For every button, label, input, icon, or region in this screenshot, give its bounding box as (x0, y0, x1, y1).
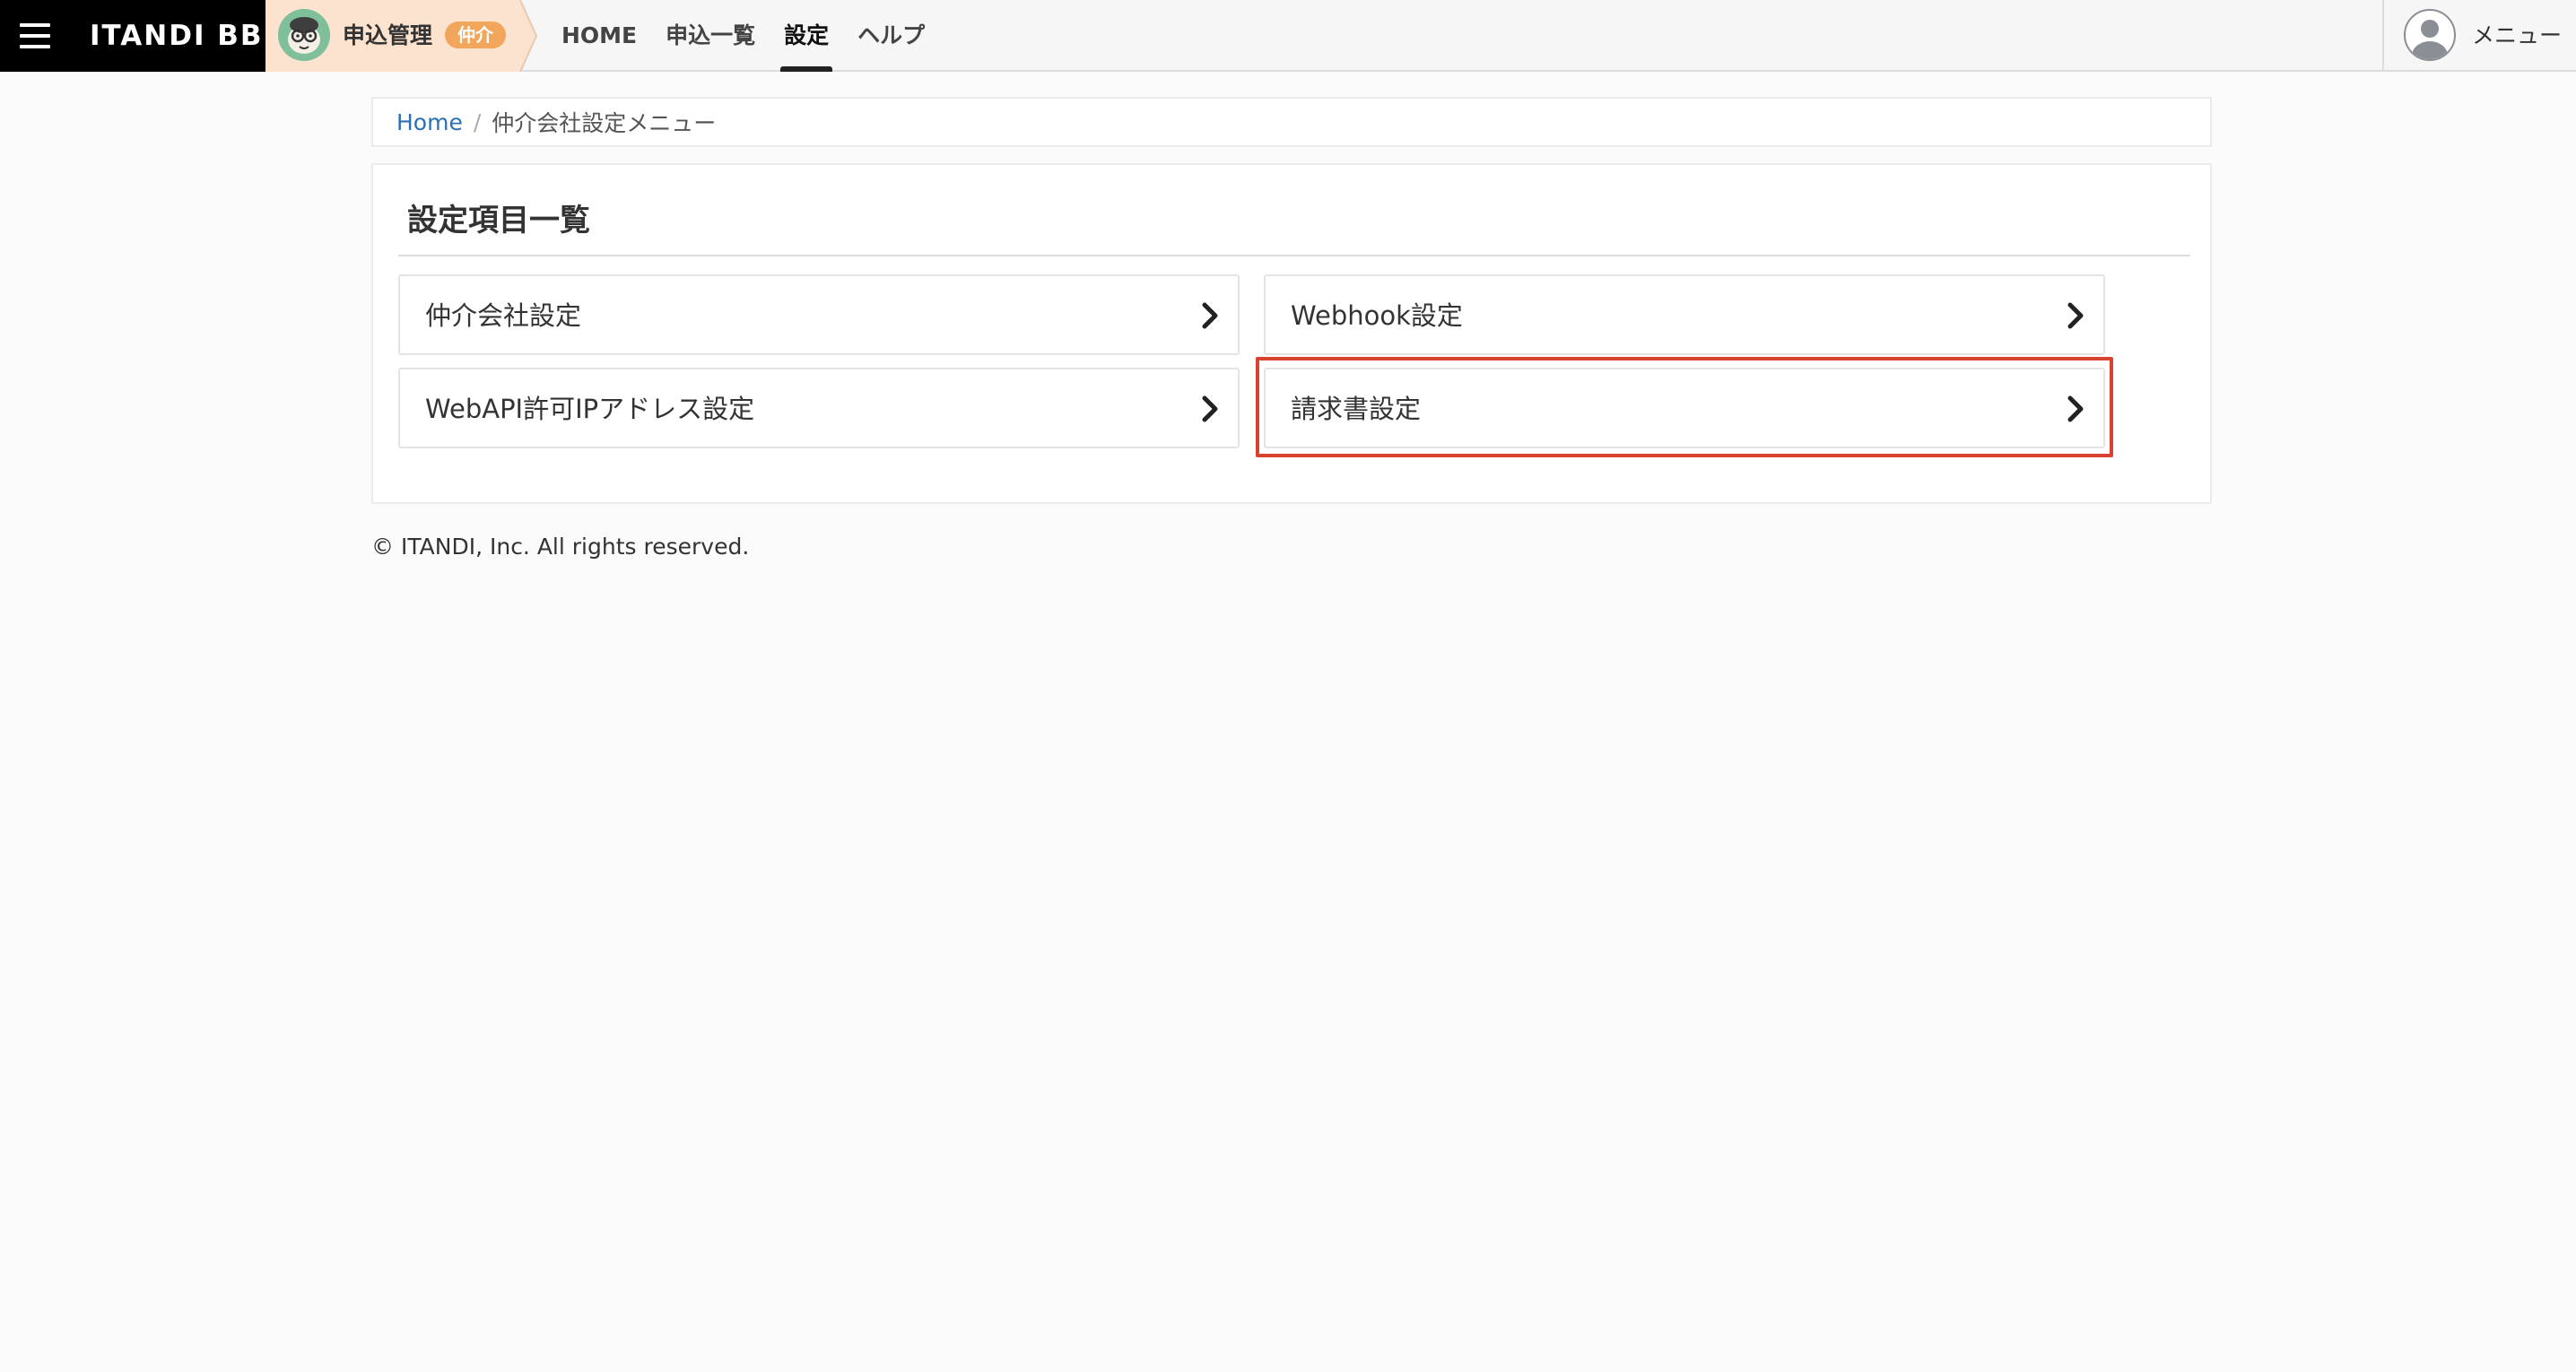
top-header: ITANDI BB 申込管理 仲介 HOME 申込一覧 設定 ヘルプ メニュー (0, 0, 2576, 72)
user-menu-button[interactable]: メニュー (2382, 0, 2576, 72)
setting-item-broker-company[interactable]: 仲介会社設定 (398, 274, 1240, 355)
nav-settings[interactable]: 設定 (770, 0, 843, 72)
app-switcher[interactable]: 申込管理 仲介 (265, 0, 538, 72)
settings-panel: 設定項目一覧 仲介会社設定 Webhook設定 WebAPI許可IPアドレス設定… (371, 163, 2212, 504)
setting-item-webapi-ip[interactable]: WebAPI許可IPアドレス設定 (398, 368, 1240, 448)
setting-item-webhook[interactable]: Webhook設定 (1264, 274, 2105, 355)
mascot-icon (278, 9, 330, 61)
user-avatar-icon (2404, 9, 2456, 61)
role-badge: 仲介 (445, 22, 506, 48)
nav-home[interactable]: HOME (547, 0, 651, 72)
chevron-right-icon (2067, 395, 2084, 422)
breadcrumb-current: 仲介会社設定メニュー (492, 110, 717, 136)
setting-item-label: 仲介会社設定 (425, 300, 582, 331)
user-menu-label: メニュー (2472, 22, 2563, 48)
title-divider (398, 255, 2190, 256)
itandi-bb-logo[interactable]: ITANDI BB (90, 18, 264, 54)
footer-copyright: © ITANDI, Inc. All rights reserved. (371, 534, 750, 560)
chevron-right-icon (2067, 302, 2084, 329)
chevron-right-icon (1202, 302, 1218, 329)
setting-item-label: Webhook設定 (1291, 300, 1463, 331)
hamburger-menu-icon[interactable] (20, 23, 50, 48)
setting-item-label: WebAPI許可IPアドレス設定 (425, 394, 755, 424)
breadcrumb-separator: / (473, 109, 482, 135)
main-nav: HOME 申込一覧 設定 ヘルプ (547, 0, 939, 72)
app-name: 申込管理 (343, 22, 433, 48)
setting-item-label: 請求書設定 (1291, 394, 1422, 424)
page-title: 設定項目一覧 (407, 203, 590, 239)
brand-area: ITANDI BB (0, 0, 265, 72)
chevron-right-icon (1202, 395, 1218, 422)
breadcrumb-home-link[interactable]: Home (396, 109, 463, 135)
setting-item-invoice[interactable]: 請求書設定 (1264, 368, 2105, 448)
breadcrumb: Home / 仲介会社設定メニュー (371, 97, 2212, 147)
nav-help[interactable]: ヘルプ (843, 0, 939, 72)
nav-applications[interactable]: 申込一覧 (651, 0, 770, 72)
